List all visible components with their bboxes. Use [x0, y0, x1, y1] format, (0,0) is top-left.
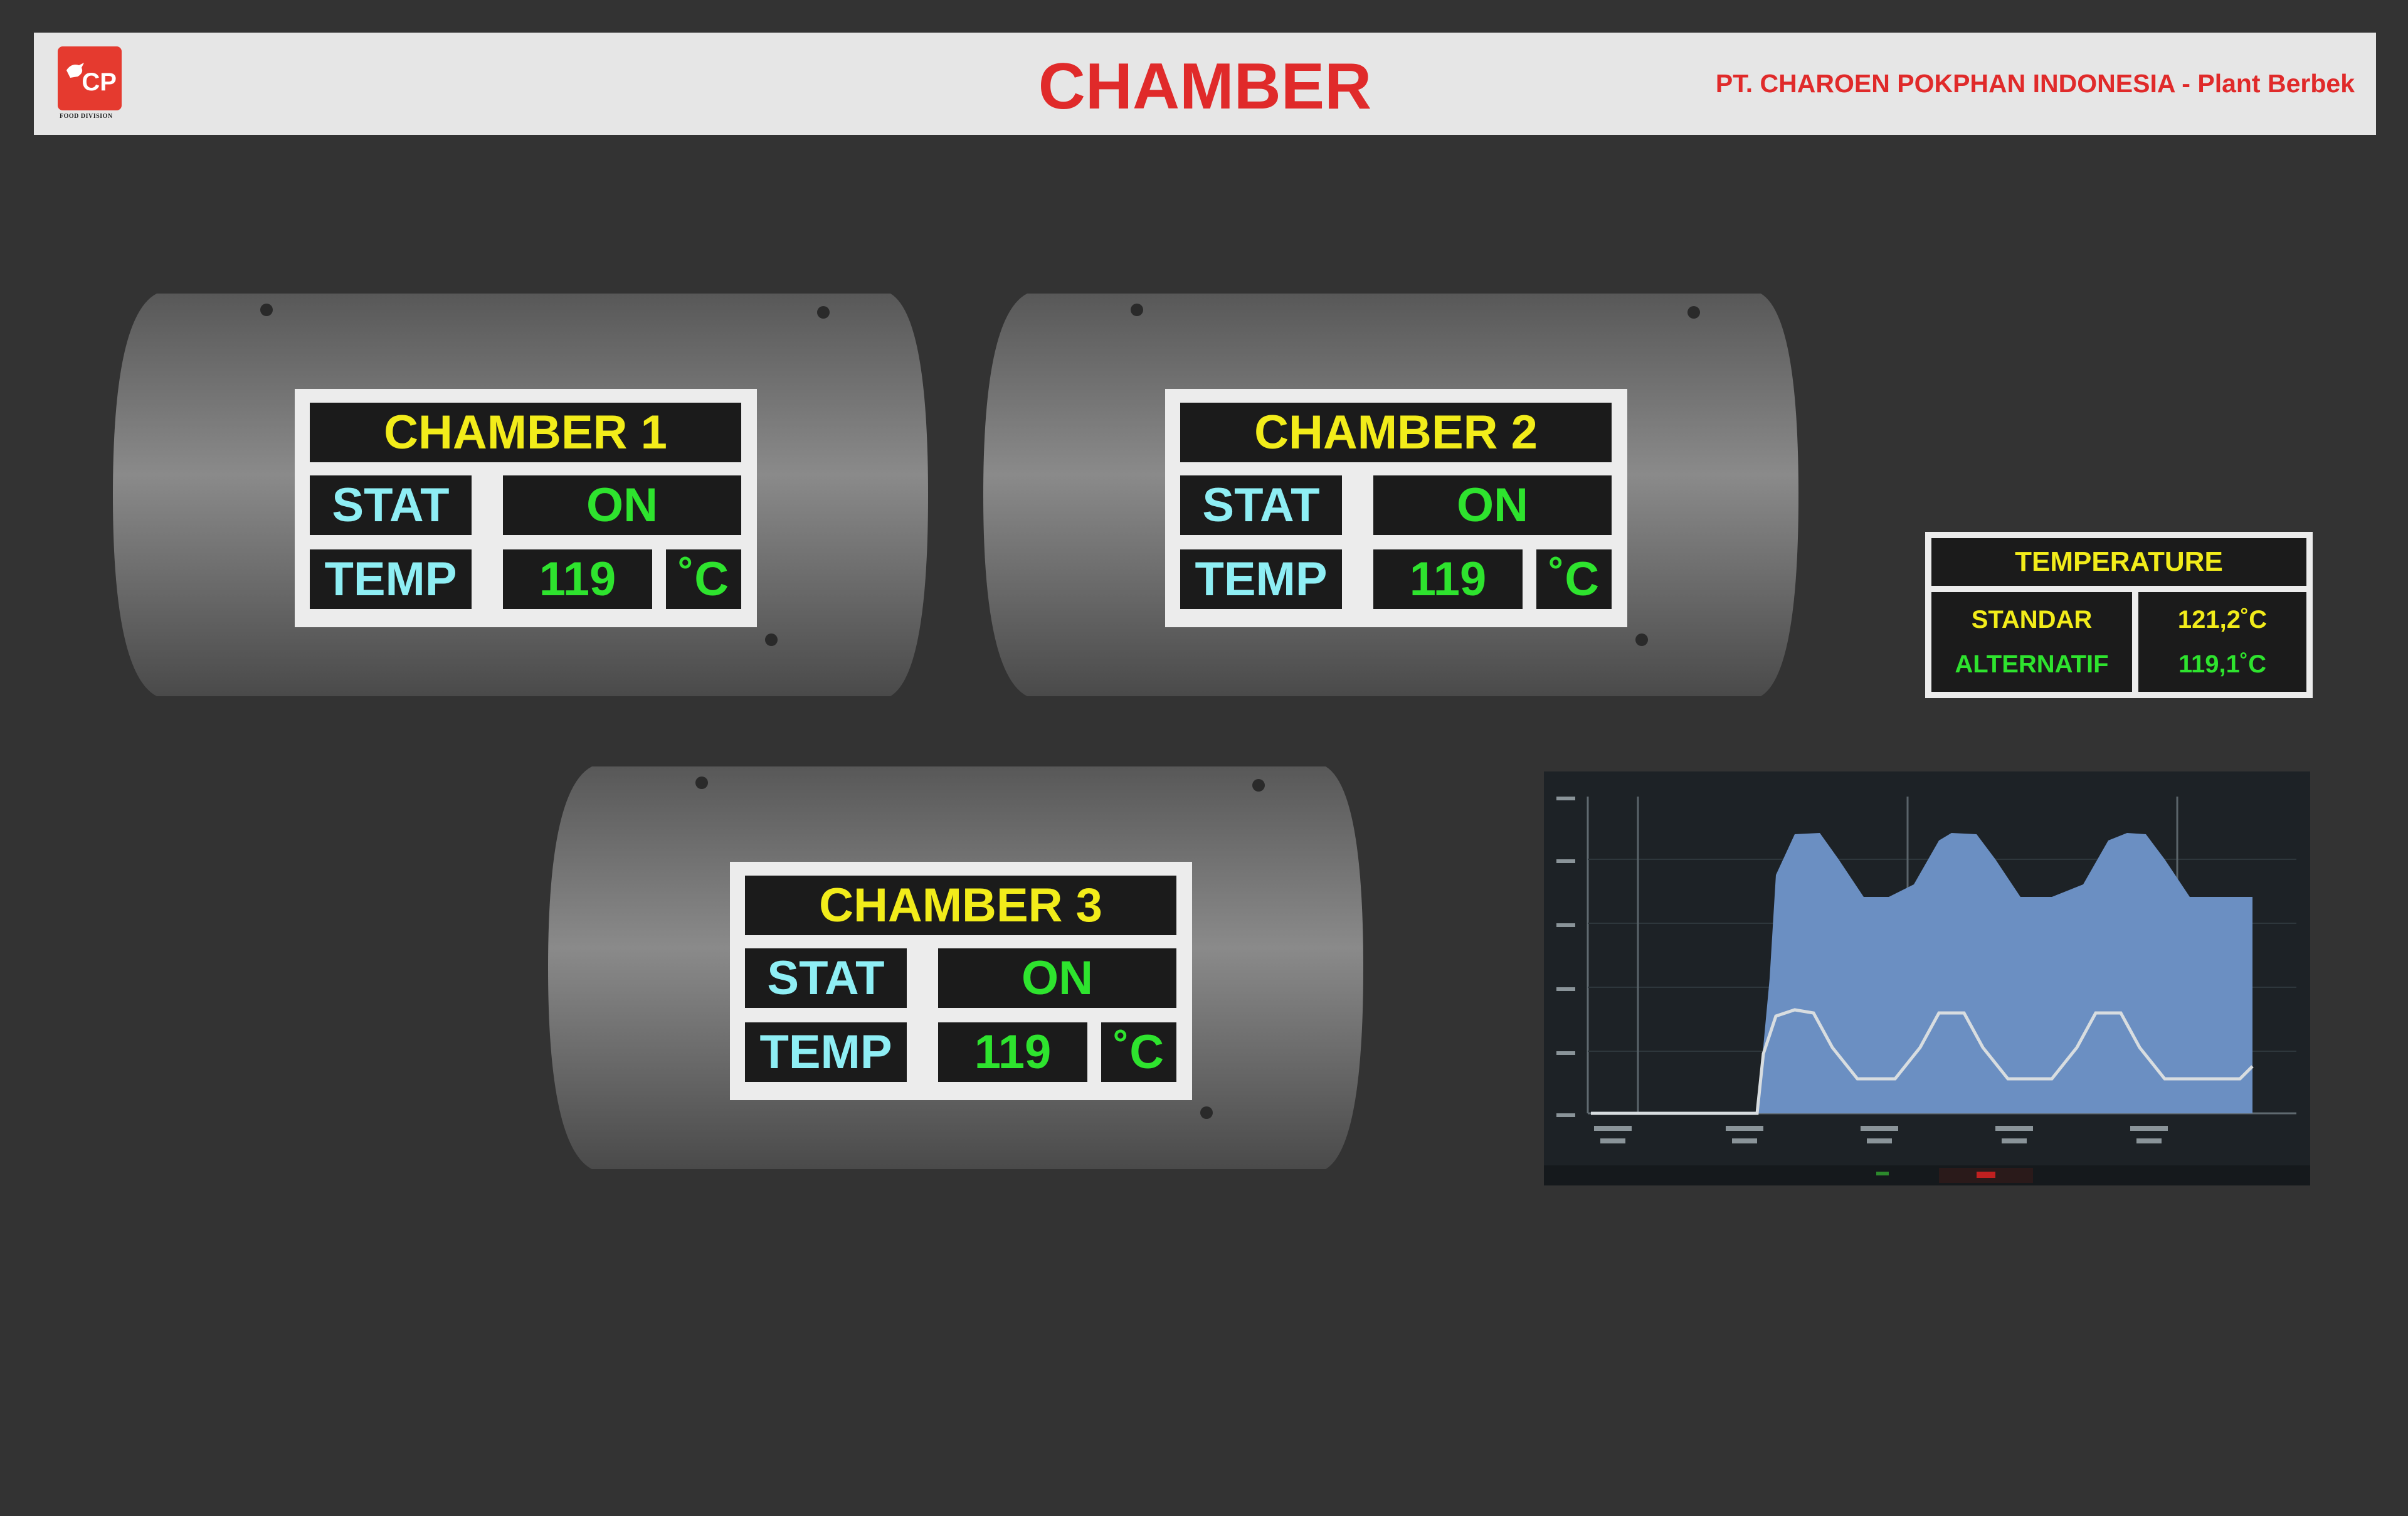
chamber-3-temp-value: 119	[938, 1022, 1087, 1082]
chamber-2-panel: CHAMBER 2 STAT ON TEMP 119 ˚C	[1165, 389, 1627, 627]
chamber-1-tank[interactable]: CHAMBER 1 STAT ON TEMP 119 ˚C	[113, 291, 928, 699]
chamber-2-temp-value: 119	[1373, 549, 1523, 609]
chamber-3-stat-label: STAT	[745, 948, 907, 1008]
chamber-3-temp-label: TEMP	[745, 1022, 907, 1082]
chamber-1-stat-value: ON	[503, 475, 741, 535]
temperature-trend-chart[interactable]	[1544, 771, 2310, 1185]
temperature-table-title: TEMPERATURE	[1931, 538, 2306, 586]
chamber-2-temp-unit: ˚C	[1536, 549, 1612, 609]
chamber-2-stat-label: STAT	[1180, 475, 1342, 535]
chamber-1-stat-label: STAT	[310, 475, 472, 535]
standard-label: STANDAR	[1971, 605, 2093, 633]
temperature-table: TEMPERATURE STANDAR ALTERNATIF 121,2˚C 1…	[1925, 532, 2313, 698]
chamber-3-temp-unit: ˚C	[1101, 1022, 1176, 1082]
alternative-label: ALTERNATIF	[1955, 650, 2109, 678]
chamber-2-tank[interactable]: CHAMBER 2 STAT ON TEMP 119 ˚C	[983, 291, 1798, 699]
temperature-values: 121,2˚C 119,1˚C	[2138, 592, 2306, 692]
chamber-3-stat-value: ON	[938, 948, 1176, 1008]
chamber-2-stat-value: ON	[1373, 475, 1612, 535]
chamber-1-panel: CHAMBER 1 STAT ON TEMP 119 ˚C	[295, 389, 757, 627]
chamber-3-name: CHAMBER 3	[745, 876, 1176, 935]
chamber-3-tank[interactable]: CHAMBER 3 STAT ON TEMP 119 ˚C	[548, 764, 1363, 1172]
trend-chart-graphic	[1544, 771, 2310, 1185]
alternative-value: 119,1˚C	[2178, 650, 2267, 678]
standard-value: 121,2˚C	[2177, 605, 2268, 633]
chamber-1-name: CHAMBER 1	[310, 403, 741, 462]
chamber-3-panel: CHAMBER 3 STAT ON TEMP 119 ˚C	[730, 862, 1192, 1100]
chamber-1-temp-label: TEMP	[310, 549, 472, 609]
chamber-1-temp-unit: ˚C	[666, 549, 741, 609]
chamber-2-name: CHAMBER 2	[1180, 403, 1612, 462]
header-bar: CP FOOD DIVISION CHAMBER PT. CHAROEN POK…	[34, 33, 2376, 135]
temperature-labels: STANDAR ALTERNATIF	[1931, 592, 2132, 692]
company-name: PT. CHAROEN POKPHAN INDONESIA - Plant Be…	[1715, 69, 2355, 98]
chamber-2-temp-label: TEMP	[1180, 549, 1342, 609]
chamber-1-temp-value: 119	[503, 549, 652, 609]
